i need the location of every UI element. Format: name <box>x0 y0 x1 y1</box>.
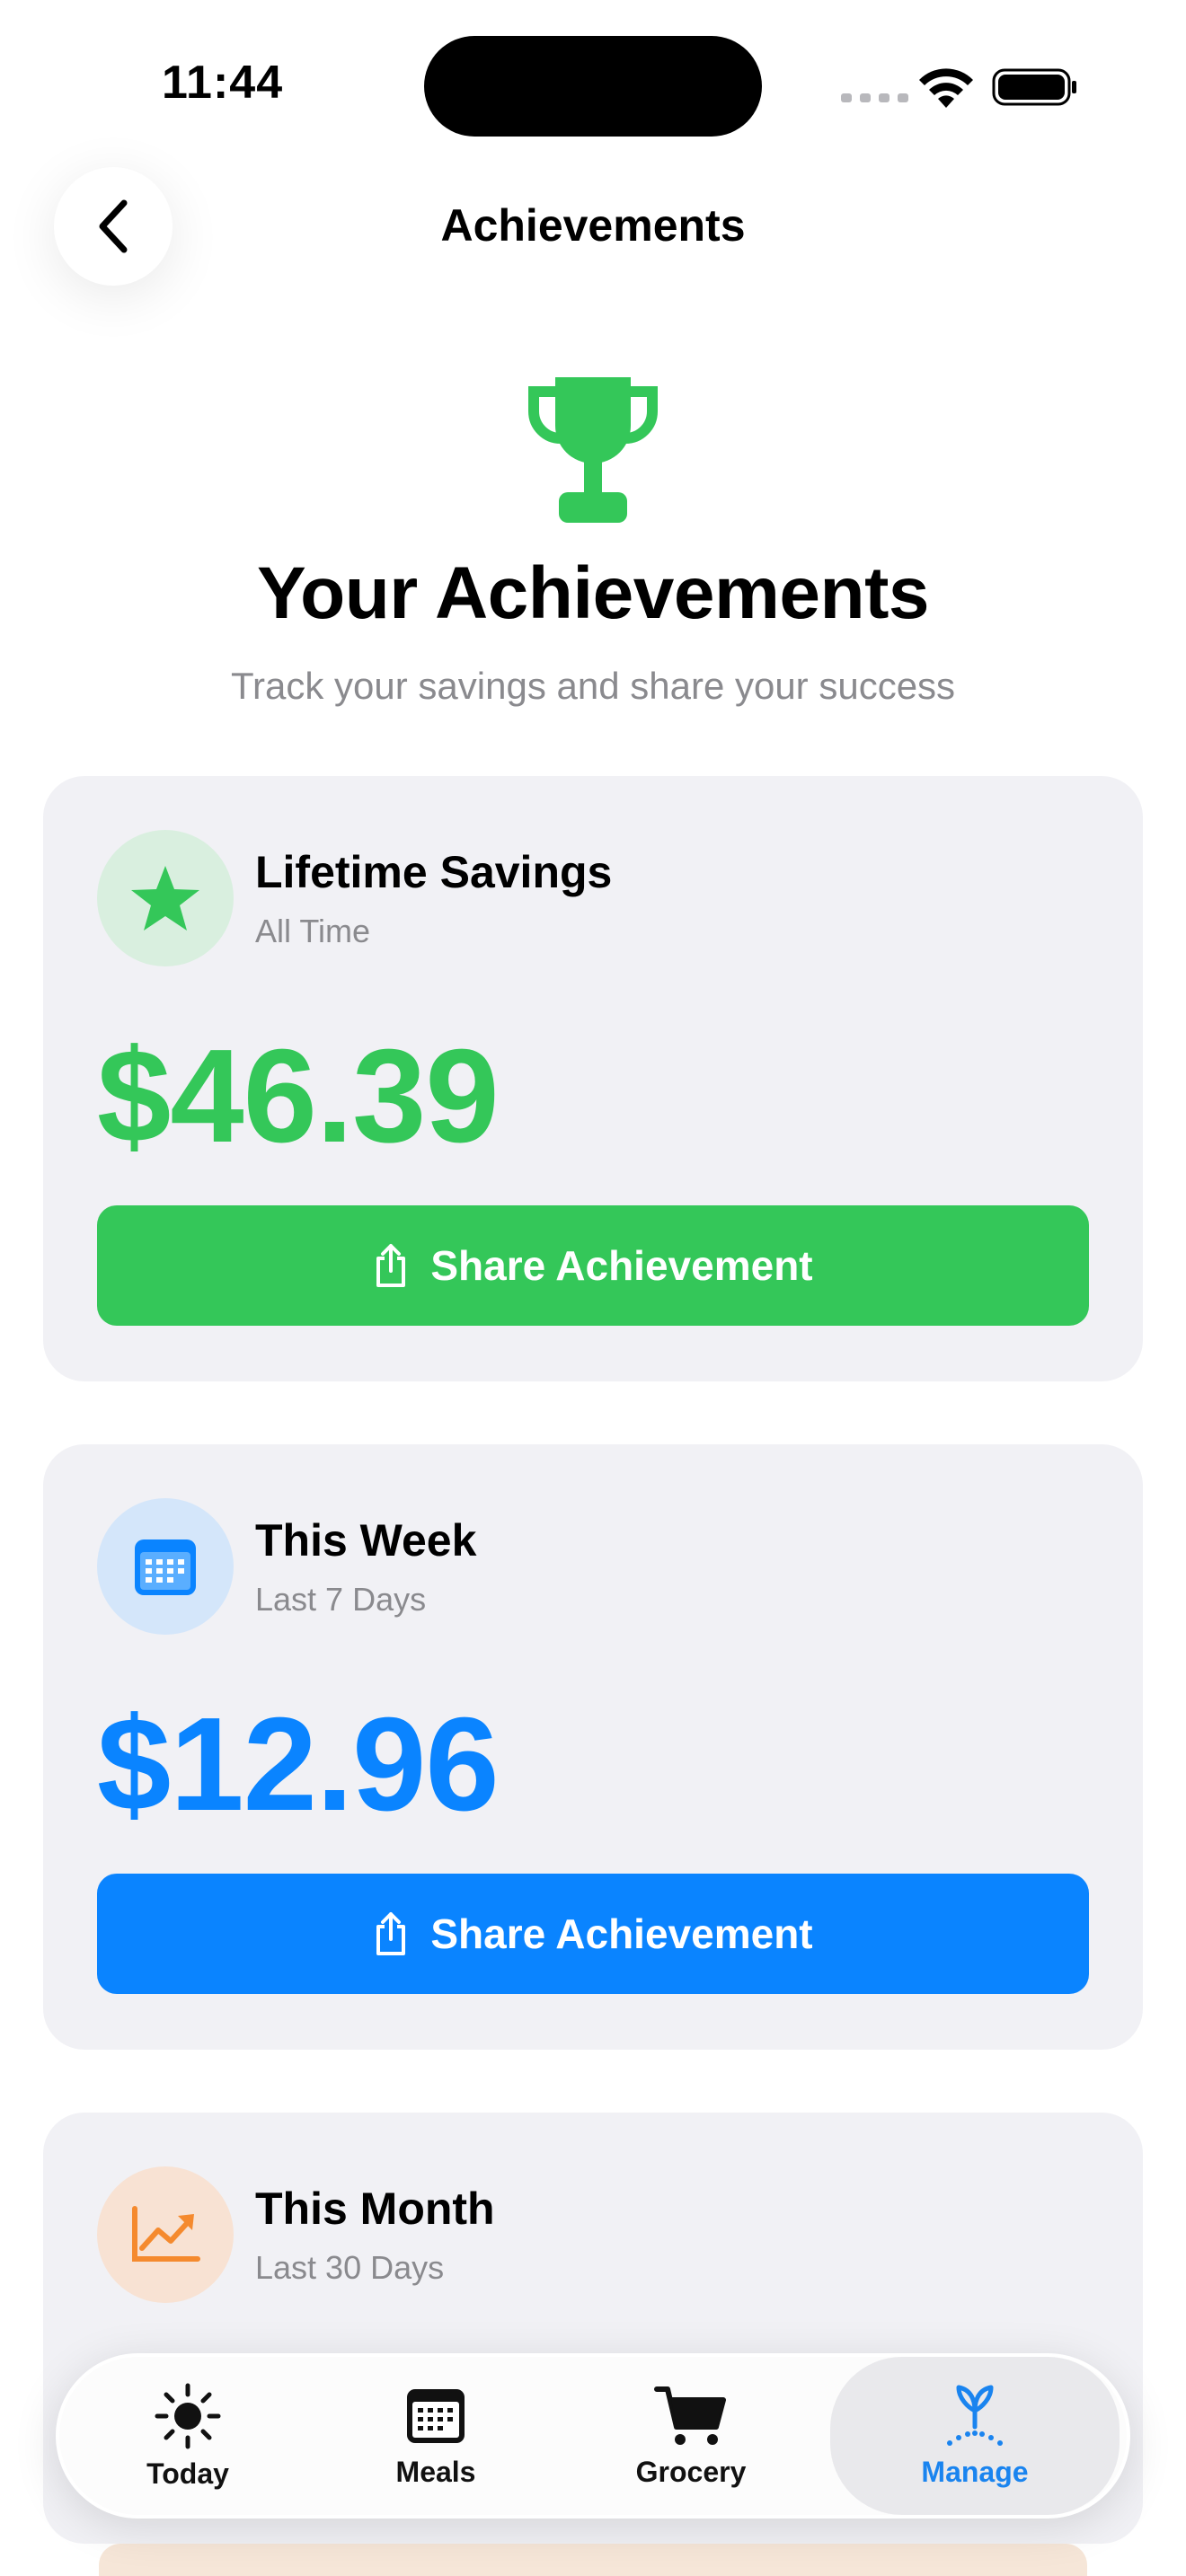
cellular-signal-icon <box>841 93 908 102</box>
status-time: 11:44 <box>162 57 284 109</box>
card-subtitle: Last 30 Days <box>255 2249 445 2286</box>
tab-meals[interactable]: Meals <box>347 2357 525 2515</box>
tab-today[interactable]: Today <box>99 2357 277 2515</box>
star-icon <box>131 866 199 931</box>
cart-icon <box>654 2386 726 2445</box>
hero-subtitle: Track your savings and share your succes… <box>230 665 956 707</box>
tab-grocery[interactable]: Grocery <box>598 2357 783 2515</box>
share-icon <box>376 1912 406 1955</box>
month-icon-badge <box>97 2166 234 2303</box>
lifetime-savings-card: Lifetime Savings All Time $46.39 Share A… <box>43 776 1143 1381</box>
this-week-card: This Week Last 7 Days $12.96 Share Achie… <box>43 1444 1143 2050</box>
tab-label: Grocery <box>635 2455 747 2488</box>
share-achievement-button[interactable]: Share Achievement <box>97 1874 1089 1994</box>
card-title: This Week <box>255 1515 477 1566</box>
dynamic-island <box>424 36 762 137</box>
lifetime-icon-badge <box>97 830 234 966</box>
next-card-peek <box>99 2544 1087 2576</box>
savings-amount: $46.39 <box>97 1022 500 1170</box>
share-achievement-button[interactable]: Share Achievement <box>97 1205 1089 1326</box>
tab-label: Manage <box>921 2455 1029 2488</box>
week-icon-badge <box>97 1498 234 1635</box>
savings-amount: $12.96 <box>97 1690 500 1839</box>
share-button-label: Share Achievement <box>430 1910 813 1957</box>
share-icon <box>376 1244 406 1287</box>
tab-bar: Today Meals Grocery Manage <box>56 2353 1130 2519</box>
card-title: Lifetime Savings <box>255 847 613 897</box>
tab-label: Today <box>146 2457 229 2490</box>
card-subtitle: All Time <box>255 913 371 949</box>
sprout-icon <box>947 2385 1003 2446</box>
card-subtitle: Last 7 Days <box>255 1581 427 1618</box>
trophy-icon <box>528 377 658 523</box>
share-button-label: Share Achievement <box>430 1242 813 1289</box>
card-title: This Month <box>255 2183 495 2234</box>
sun-icon <box>155 2383 221 2448</box>
calendar-icon <box>407 2388 465 2443</box>
calendar-icon <box>135 1539 196 1595</box>
tab-manage[interactable]: Manage <box>830 2357 1120 2515</box>
tab-label: Meals <box>395 2455 476 2488</box>
battery-icon <box>992 68 1076 106</box>
page-title: Achievements <box>440 200 746 251</box>
hero-title: Your Achievements <box>257 552 929 634</box>
wifi-icon <box>919 68 973 108</box>
chart-trend-icon <box>132 2206 200 2262</box>
